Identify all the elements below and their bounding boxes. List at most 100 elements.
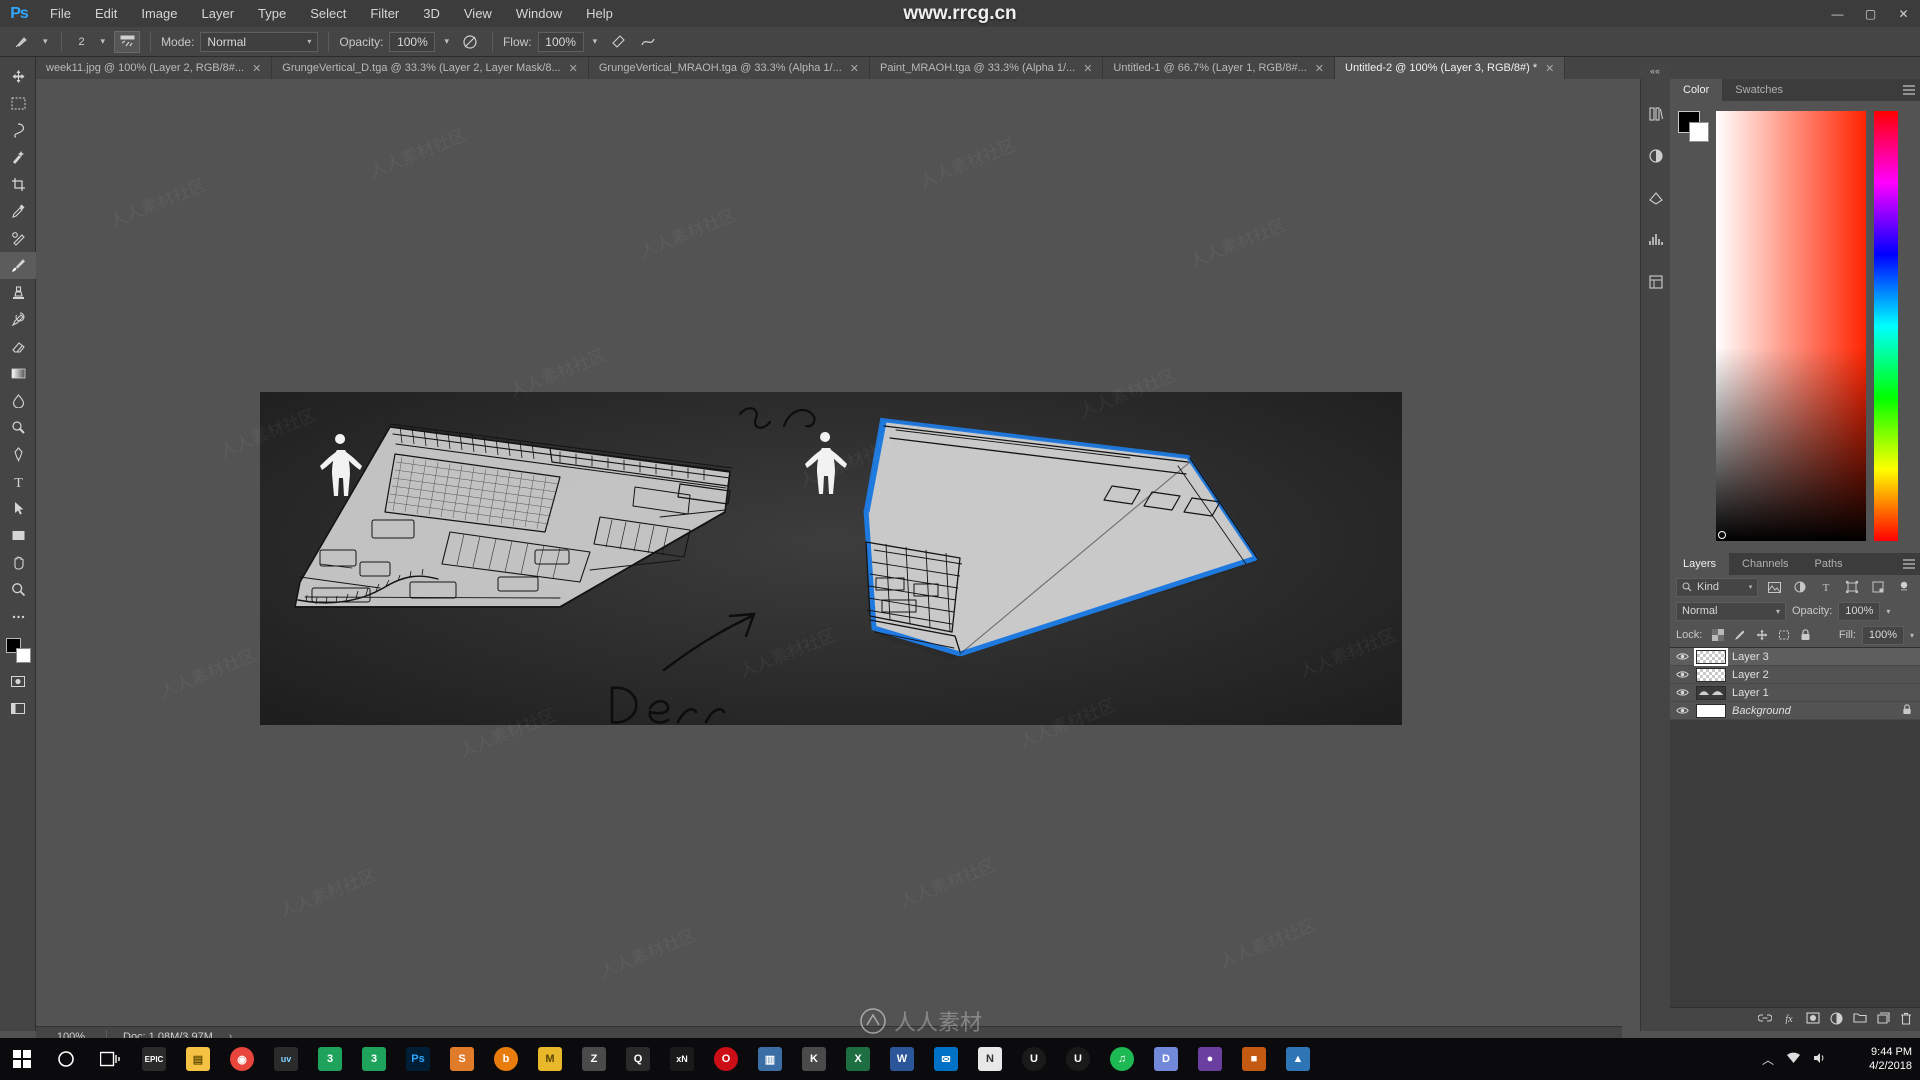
opera-browser[interactable]: O: [704, 1038, 748, 1080]
layer-row-2[interactable]: Layer 1: [1670, 684, 1920, 702]
flow-input[interactable]: 100%: [537, 31, 584, 52]
path-selection-tool[interactable]: [0, 495, 36, 522]
cortana-search[interactable]: [44, 1038, 88, 1080]
document-tab-4[interactable]: Untitled-1 @ 66.7% (Layer 1, RGB/8#... ✕: [1103, 57, 1336, 79]
menu-image[interactable]: Image: [129, 0, 189, 27]
crop-tool[interactable]: [0, 171, 36, 198]
eye-icon[interactable]: [1674, 670, 1690, 679]
layer-fill-input[interactable]: 100%: [1861, 625, 1904, 645]
layer-thumbnail[interactable]: [1696, 685, 1726, 700]
close-icon[interactable]: ✕: [1083, 62, 1092, 75]
menu-view[interactable]: View: [452, 0, 504, 27]
opacity-chevron-down-icon[interactable]: ▾: [1886, 607, 1890, 616]
tab-layers[interactable]: Layers: [1670, 553, 1730, 575]
maximize-button[interactable]: ▢: [1854, 0, 1887, 27]
layer-thumbnail[interactable]: [1696, 667, 1726, 682]
libraries-icon[interactable]: [1641, 93, 1671, 135]
app-30[interactable]: ▲: [1276, 1038, 1320, 1080]
word[interactable]: W: [880, 1038, 924, 1080]
layer-name[interactable]: Layer 1: [1732, 687, 1769, 699]
new-group-icon[interactable]: [1853, 1012, 1867, 1027]
discord[interactable]: D: [1144, 1038, 1188, 1080]
new-layer-icon[interactable]: [1877, 1012, 1890, 1027]
adjustment-layer-icon[interactable]: [1830, 1011, 1843, 1028]
file-explorer[interactable]: ▤: [176, 1038, 220, 1080]
layer-name[interactable]: Layer 2: [1732, 669, 1769, 681]
menu-file[interactable]: File: [38, 0, 83, 27]
lock-transparency-icon[interactable]: [1708, 626, 1727, 645]
quixel-mixer[interactable]: Q: [616, 1038, 660, 1080]
pressure-opacity-icon[interactable]: [458, 31, 482, 53]
notepad[interactable]: N: [968, 1038, 1012, 1080]
gradient-tool[interactable]: [0, 360, 36, 387]
start-button[interactable]: [0, 1038, 44, 1080]
menu-filter[interactable]: Filter: [358, 0, 411, 27]
eye-icon[interactable]: [1674, 688, 1690, 697]
brush-tool[interactable]: [0, 252, 36, 279]
color-swatches[interactable]: [0, 634, 36, 668]
layer-opacity-input[interactable]: 100%: [1838, 601, 1881, 621]
close-icon[interactable]: ✕: [252, 62, 261, 75]
background-color-swatch[interactable]: [1689, 122, 1709, 142]
smartobject-filter-icon[interactable]: [1868, 578, 1888, 597]
document-tab-0[interactable]: week11.jpg @ 100% (Layer 2, RGB/8#... ✕: [36, 57, 273, 79]
layer-name[interactable]: Layer 3: [1732, 651, 1769, 663]
eyedropper-tool[interactable]: [0, 198, 36, 225]
layer-thumbnail[interactable]: [1694, 647, 1728, 666]
task-view[interactable]: [88, 1038, 132, 1080]
marmoset-toolbag[interactable]: M: [528, 1038, 572, 1080]
taskbar-clock[interactable]: 9:44 PM 4/2/2018: [1869, 1038, 1912, 1080]
tab-color[interactable]: Color: [1670, 79, 1723, 101]
outlook[interactable]: ✉: [924, 1038, 968, 1080]
layer-mask-icon[interactable]: [1806, 1012, 1820, 1027]
hue-slider[interactable]: [1874, 111, 1898, 541]
adjustments-icon[interactable]: [1641, 135, 1671, 177]
opacity-chevron-down-icon[interactable]: ▾: [441, 36, 452, 47]
move-tool[interactable]: [0, 63, 36, 90]
document-tab-3[interactable]: Paint_MRAOH.tga @ 33.3% (Alpha 1/... ✕: [870, 57, 1104, 79]
spotify[interactable]: ♫: [1100, 1038, 1144, 1080]
canvas-area[interactable]: 人人素材社区 人人素材社区 人人素材社区 人人素材社区 人人素材社区 人人素材社…: [36, 79, 1622, 1031]
document-tab-2[interactable]: GrungeVertical_MRAOH.tga @ 33.3% (Alpha …: [588, 57, 870, 79]
document-tab-5[interactable]: Untitled-2 @ 100% (Layer 3, RGB/8#) * ✕: [1335, 57, 1566, 79]
lock-artboard-icon[interactable]: [1774, 626, 1793, 645]
brush-settings-chevron-down-icon[interactable]: ▾: [98, 36, 109, 47]
epic-games[interactable]: EPIC: [132, 1038, 176, 1080]
close-icon[interactable]: ✕: [850, 62, 859, 75]
lasso-tool[interactable]: [0, 117, 36, 144]
close-icon[interactable]: ✕: [1545, 62, 1554, 75]
menu-layer[interactable]: Layer: [190, 0, 247, 27]
brush-preset-chevron-down-icon[interactable]: ▾: [40, 36, 51, 47]
brush-preset-icon[interactable]: [8, 31, 34, 53]
clone-stamp-tool[interactable]: [0, 279, 36, 306]
rectangle-tool[interactable]: [0, 522, 36, 549]
layer-row-1[interactable]: Layer 2: [1670, 666, 1920, 684]
properties-icon[interactable]: [1641, 261, 1671, 303]
lock-image-icon[interactable]: [1730, 626, 1749, 645]
excel[interactable]: X: [836, 1038, 880, 1080]
screenmode-icon[interactable]: [0, 695, 36, 722]
history-brush-tool[interactable]: [0, 306, 36, 333]
tab-channels[interactable]: Channels: [1729, 553, 1802, 575]
knald[interactable]: K: [792, 1038, 836, 1080]
menu-3d[interactable]: 3D: [411, 0, 452, 27]
pen-tool[interactable]: [0, 441, 36, 468]
styles-icon[interactable]: [1641, 177, 1671, 219]
panel-menu-icon[interactable]: [1898, 79, 1920, 101]
dodge-tool[interactable]: [0, 414, 36, 441]
3ds-max-a[interactable]: 3: [308, 1038, 352, 1080]
lock-position-icon[interactable]: [1752, 626, 1771, 645]
filter-toggle-icon[interactable]: [1894, 578, 1914, 597]
layer-name[interactable]: Background: [1732, 705, 1791, 717]
opacity-input[interactable]: 100%: [389, 31, 436, 52]
marquee-tool[interactable]: [0, 90, 36, 117]
spot-healing-brush-tool[interactable]: [0, 225, 36, 252]
zbrush[interactable]: Z: [572, 1038, 616, 1080]
histogram-icon[interactable]: [1641, 219, 1671, 261]
substance-painter[interactable]: uv: [264, 1038, 308, 1080]
blend-mode-select[interactable]: Normal ▾: [200, 31, 319, 52]
network-icon[interactable]: [1786, 1052, 1801, 1067]
fill-chevron-down-icon[interactable]: ▾: [1910, 631, 1914, 640]
delete-layer-icon[interactable]: [1900, 1012, 1912, 1028]
layer-thumbnail[interactable]: [1696, 703, 1726, 718]
